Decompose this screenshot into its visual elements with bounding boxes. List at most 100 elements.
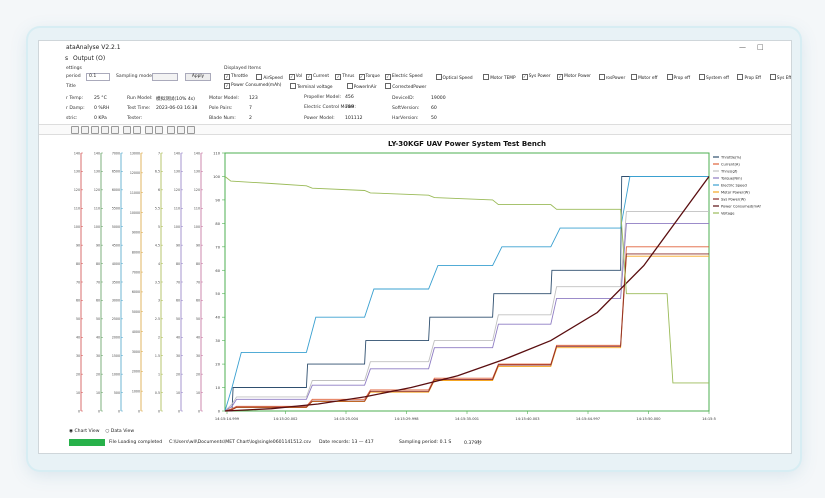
checkbox-prop-eff[interactable]: Prop eff xyxy=(666,74,690,81)
checkbox-motor-power[interactable]: ✓ Motor Power xyxy=(557,74,591,80)
checkbox-box[interactable]: ✓ xyxy=(224,83,230,89)
aux-axis-tick-label: 120 xyxy=(194,188,200,192)
checkbox-rospower[interactable]: rosPower xyxy=(598,74,625,81)
checkbox-box[interactable]: ✓ xyxy=(384,74,391,80)
aux-axis-tick-label: 130 xyxy=(194,170,200,174)
maximize-icon[interactable]: □ xyxy=(757,43,764,51)
checkbox-throttle[interactable]: ✓ Throttle xyxy=(224,74,248,80)
checkbox-box[interactable] xyxy=(737,74,744,80)
aux-axis-tick-label: 2000 xyxy=(112,336,120,340)
checkbox-prop-eff[interactable]: Prop Eff xyxy=(737,74,761,81)
menu-bar: s Output (O) xyxy=(39,54,791,64)
save-icon[interactable] xyxy=(167,126,175,134)
soft-version-value: 60 xyxy=(431,106,437,111)
checkbox-torque[interactable]: ✓ Torque xyxy=(358,74,380,80)
aux-axis-tick-label: 130 xyxy=(174,170,180,174)
checkbox-sys-power[interactable]: ✓ Sys Power xyxy=(521,74,551,80)
chart-svg[interactable]: LY-30KGF UAV Power System Test Bench0102… xyxy=(69,135,764,427)
status-records: Date records: 13 — 417 xyxy=(319,440,374,445)
propeller-label: Propeller Model: xyxy=(304,95,342,100)
checkbox-box[interactable] xyxy=(256,74,263,80)
checkbox-box[interactable] xyxy=(769,74,776,80)
zoom-fit-icon[interactable] xyxy=(101,126,109,134)
run-model-label: Run Model: xyxy=(127,96,153,101)
grid-tool-icon[interactable] xyxy=(145,126,153,134)
minimize-icon[interactable]: — xyxy=(739,43,746,51)
checkbox-box[interactable]: ✓ xyxy=(521,74,528,80)
checkbox-box[interactable]: ✓ xyxy=(358,74,365,80)
checkbox-box[interactable] xyxy=(385,83,392,89)
copy-icon[interactable] xyxy=(155,126,163,134)
zoom-box-icon[interactable] xyxy=(111,126,119,134)
menu-item-output[interactable]: Output (O) xyxy=(73,55,105,62)
checkbox-box[interactable] xyxy=(666,74,673,80)
checkbox-box[interactable]: ✓ xyxy=(288,74,295,80)
aux-axis-tick-label: 5.5 xyxy=(155,207,160,211)
x-tick-label: 14:15:20.002 xyxy=(273,417,297,421)
chart-view-tab[interactable]: ◉ Chart View xyxy=(69,429,99,434)
checkbox-box[interactable] xyxy=(346,83,353,89)
aux-axis-tick-label: 11000 xyxy=(130,191,140,195)
cursor-tool-icon[interactable] xyxy=(133,126,141,134)
aux-axis-tick-label: 6000 xyxy=(112,188,120,192)
status-elapsed: 0.379秒 xyxy=(464,441,482,446)
checkbox-thrus[interactable]: ✓ Thrus xyxy=(335,74,354,80)
checkbox-vol[interactable]: ✓ Vol xyxy=(288,74,302,80)
checkbox-correctedpower[interactable]: CorrectedPower xyxy=(385,83,426,90)
checkbox-airspeed[interactable]: AirSpeed xyxy=(256,74,283,81)
data-view-tab[interactable]: ○ Data View xyxy=(105,429,134,434)
checkbox-label: PowerInAir xyxy=(353,85,377,90)
legend-entry: Current(A) xyxy=(721,162,740,166)
checkbox-terminal-voltage[interactable]: Terminal voltage xyxy=(289,83,333,90)
period-select[interactable]: 0.1 xyxy=(86,73,110,81)
checkbox-box[interactable] xyxy=(483,74,490,80)
aux-axis-tick-label: 40 xyxy=(76,336,80,340)
checkbox-system-eff[interactable]: System eff xyxy=(698,74,729,81)
aux-axis-tick-label: 80 xyxy=(96,262,100,266)
chart-background xyxy=(69,135,761,427)
aux-axis-tick-label: 120 xyxy=(74,188,80,192)
chart-title: LY-30KGF UAV Power System Test Bench xyxy=(388,140,546,148)
aux-axis-tick-label: 1.5 xyxy=(155,354,160,358)
aux-axis-tick-label: 90 xyxy=(196,243,200,247)
pole-pairs-value: 7 xyxy=(249,106,252,111)
air-temp-label: r Temp: xyxy=(66,96,84,101)
apply-button[interactable]: Apply xyxy=(185,73,211,81)
y-tick-label: 40 xyxy=(215,316,220,320)
select-tool-icon[interactable] xyxy=(71,126,79,134)
menu-item-s[interactable]: s xyxy=(65,55,68,62)
zoom-out-icon[interactable] xyxy=(91,126,99,134)
checkbox-box[interactable] xyxy=(698,74,705,80)
aux-axis-tick-label: 40 xyxy=(176,336,180,340)
chart-area[interactable]: LY-30KGF UAV Power System Test Bench 0 10 2… xyxy=(69,135,764,437)
checkbox-label: Motor TEMP xyxy=(490,76,516,81)
checkbox-powerinair[interactable]: PowerInAir xyxy=(346,83,377,90)
sampling-mode-select[interactable] xyxy=(152,73,178,81)
checkbox-motor-temp[interactable]: Motor TEMP xyxy=(483,74,516,81)
checkbox-label: CorrectedPower xyxy=(392,85,427,90)
checkbox-motor-eff[interactable]: Motor eff xyxy=(631,74,657,81)
checkbox-box[interactable]: ✓ xyxy=(305,74,312,80)
checkbox-box[interactable] xyxy=(289,83,296,89)
checkbox-box[interactable] xyxy=(435,74,442,80)
checkbox-box[interactable]: ✓ xyxy=(335,74,342,80)
checkbox-box[interactable] xyxy=(631,74,638,80)
checkbox-box[interactable]: ✓ xyxy=(224,74,230,80)
checkbox-sys-eff[interactable]: Sys Eff xyxy=(769,74,791,81)
checkbox-electric-speed[interactable]: ✓ Electric Speed xyxy=(384,74,423,80)
zoom-in-icon[interactable] xyxy=(81,126,89,134)
checkbox-optical-speed[interactable]: Optical Speed xyxy=(435,74,473,81)
aux-axis-tick-label: 1 xyxy=(158,372,160,376)
checkbox-current[interactable]: ✓ Current xyxy=(305,74,329,80)
pan-tool-icon[interactable] xyxy=(123,126,131,134)
checkbox-label: Electric Speed xyxy=(391,74,423,79)
period-label: period xyxy=(66,74,81,79)
checkbox-box[interactable]: ✓ xyxy=(557,74,564,80)
test-time-label: Test Time: xyxy=(127,106,151,111)
print-icon[interactable] xyxy=(177,126,185,134)
checkbox-power-consumed-mah-[interactable]: ✓ Power Consumed(mAh) xyxy=(224,83,281,89)
export-icon[interactable] xyxy=(187,126,195,134)
aux-axis-tick-label: 4.5 xyxy=(155,243,160,247)
checkbox-label: Thrus xyxy=(342,74,355,79)
checkbox-box[interactable] xyxy=(598,74,605,80)
